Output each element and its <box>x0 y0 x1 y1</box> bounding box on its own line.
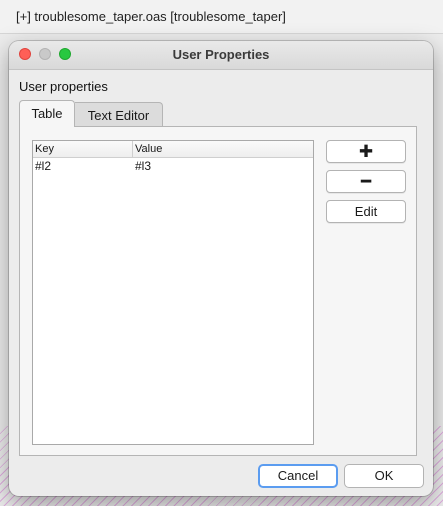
remove-property-button[interactable]: ━ <box>326 170 406 193</box>
properties-table[interactable]: Key Value #l2 #l3 <box>32 140 314 445</box>
cell-value[interactable]: #l3 <box>133 158 313 175</box>
column-header-value[interactable]: Value <box>133 141 313 157</box>
tab-text-editor[interactable]: Text Editor <box>75 102 163 127</box>
table-row[interactable]: #l2 #l3 <box>33 158 313 175</box>
cell-key[interactable]: #l2 <box>33 158 133 175</box>
cancel-button[interactable]: Cancel <box>258 464 338 488</box>
column-header-key[interactable]: Key <box>33 141 133 157</box>
minus-icon: ━ <box>360 172 372 191</box>
tab-table[interactable]: Table <box>19 100 75 127</box>
table-header: Key Value <box>33 141 313 158</box>
tab-pane: Key Value #l2 #l3 ✚ ━ Edit <box>19 126 417 456</box>
edit-property-button[interactable]: Edit <box>326 200 406 223</box>
background-window-title: [+] troublesome_taper.oas [troublesome_t… <box>0 0 443 34</box>
add-property-button[interactable]: ✚ <box>326 140 406 163</box>
user-properties-dialog: User Properties User properties Table Te… <box>9 41 433 496</box>
dialog-titlebar: User Properties <box>9 41 433 70</box>
dialog-title: User Properties <box>172 47 270 62</box>
plus-icon: ✚ <box>358 142 374 161</box>
section-label: User properties <box>19 79 108 94</box>
ok-button[interactable]: OK <box>344 464 424 488</box>
